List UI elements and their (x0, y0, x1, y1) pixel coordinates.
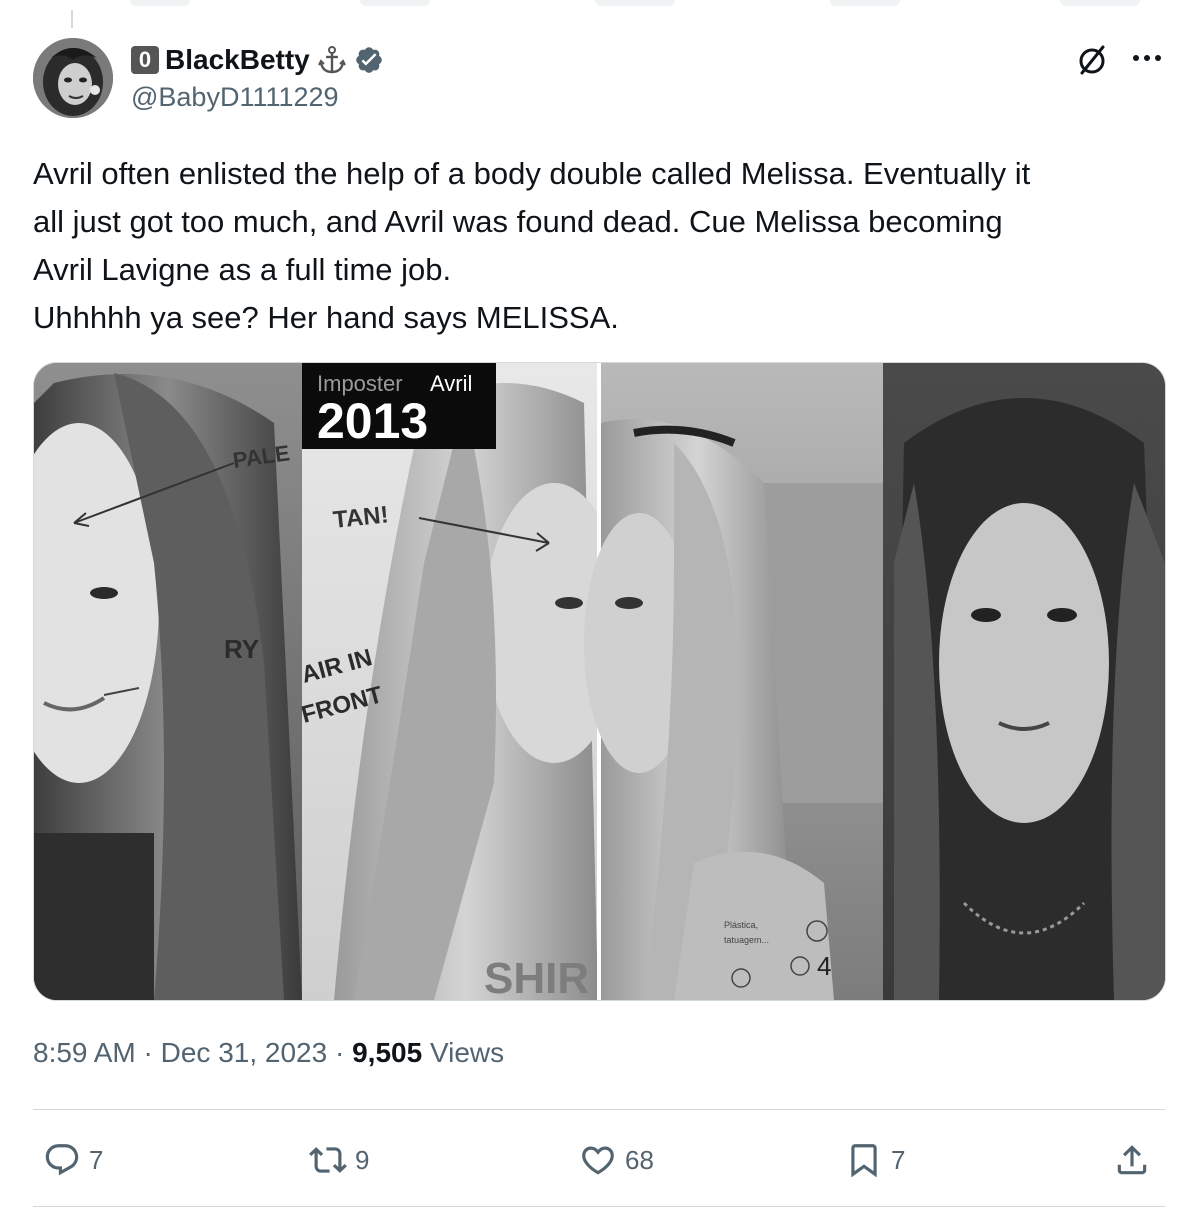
share-icon (1117, 1145, 1147, 1175)
reply-count: 7 (89, 1144, 104, 1175)
bookmark-button[interactable]: 7 (845, 1135, 905, 1185)
annotation-tan: TAN! (332, 501, 390, 534)
reply-button[interactable]: 7 (43, 1135, 103, 1185)
divider (33, 1109, 1165, 1110)
divider (33, 1206, 1165, 1207)
repost-icon (309, 1147, 347, 1173)
heart-icon (582, 1146, 614, 1175)
like-button[interactable]: 68 (579, 1135, 654, 1185)
name-row[interactable]: 0 BlackBetty (131, 42, 384, 78)
verified-badge-icon[interactable] (354, 45, 384, 75)
tweet-meta: 8:59 AM · Dec 31, 2023 · 9,505 Views (33, 1037, 504, 1069)
bookmark-icon (851, 1144, 877, 1178)
overlay-avril: Avril (430, 371, 472, 396)
emoji-zero-badge: 0 (131, 46, 159, 74)
strip-segment (595, 0, 675, 6)
meta-separator: · (135, 1037, 161, 1068)
strip-segment (130, 0, 190, 6)
display-name[interactable]: BlackBetty (165, 44, 310, 76)
anchor-icon (317, 46, 346, 74)
overlay-year: 2013 (317, 393, 428, 449)
share-button[interactable] (1113, 1135, 1151, 1185)
annotation-tattoo-2: tatuagem... (724, 935, 769, 945)
tweet-date[interactable]: Dec 31, 2023 (161, 1037, 328, 1068)
strip-segment (830, 0, 900, 6)
thread-line (71, 10, 73, 28)
tweet-time[interactable]: 8:59 AM (33, 1037, 136, 1068)
annotation-shirt: SHIR (484, 954, 589, 1000)
tweet-text: Avril often enlisted the help of a body … (33, 150, 1163, 342)
grok-icon[interactable] (1074, 42, 1110, 78)
like-count: 68 (625, 1144, 654, 1175)
top-strip (0, 0, 1198, 28)
views-count: 9,505 (352, 1037, 423, 1068)
annotation-num: 4 (817, 951, 831, 981)
tweet-text-line: all just got too much, and Avril was fou… (33, 204, 1003, 239)
annotation-tattoo-1: Plástica, (724, 920, 758, 930)
strip-segment (1060, 0, 1140, 6)
reply-icon (45, 1144, 79, 1176)
tweet-text-line: Avril Lavigne as a full time job. (33, 252, 452, 287)
bookmark-count: 7 (891, 1144, 906, 1175)
views-label: Views (422, 1037, 505, 1068)
strip-segment (360, 0, 430, 6)
repost-button[interactable]: 9 (309, 1135, 369, 1185)
tweet-text-line: Uhhhhh ya see? Her hand says MELISSA. (33, 300, 619, 335)
repost-count: 9 (355, 1144, 370, 1175)
action-bar: 7 9 68 7 (33, 1135, 1165, 1185)
user-handle[interactable]: @BabyD1111229 (131, 82, 339, 113)
avatar[interactable] (33, 38, 113, 118)
photo-collage: PALE RY Imposter Avril 2013 TAN! AIR IN … (34, 363, 1165, 1000)
tweet-text-line: Avril often enlisted the help of a body … (33, 156, 1031, 191)
more-options-icon[interactable] (1129, 44, 1165, 72)
annotation-ry: RY (224, 634, 259, 664)
tweet-media-image[interactable]: PALE RY Imposter Avril 2013 TAN! AIR IN … (33, 362, 1166, 1001)
meta-separator: · (327, 1037, 353, 1068)
tweet-header: 0 BlackBetty @BabyD1111229 (33, 38, 1165, 120)
